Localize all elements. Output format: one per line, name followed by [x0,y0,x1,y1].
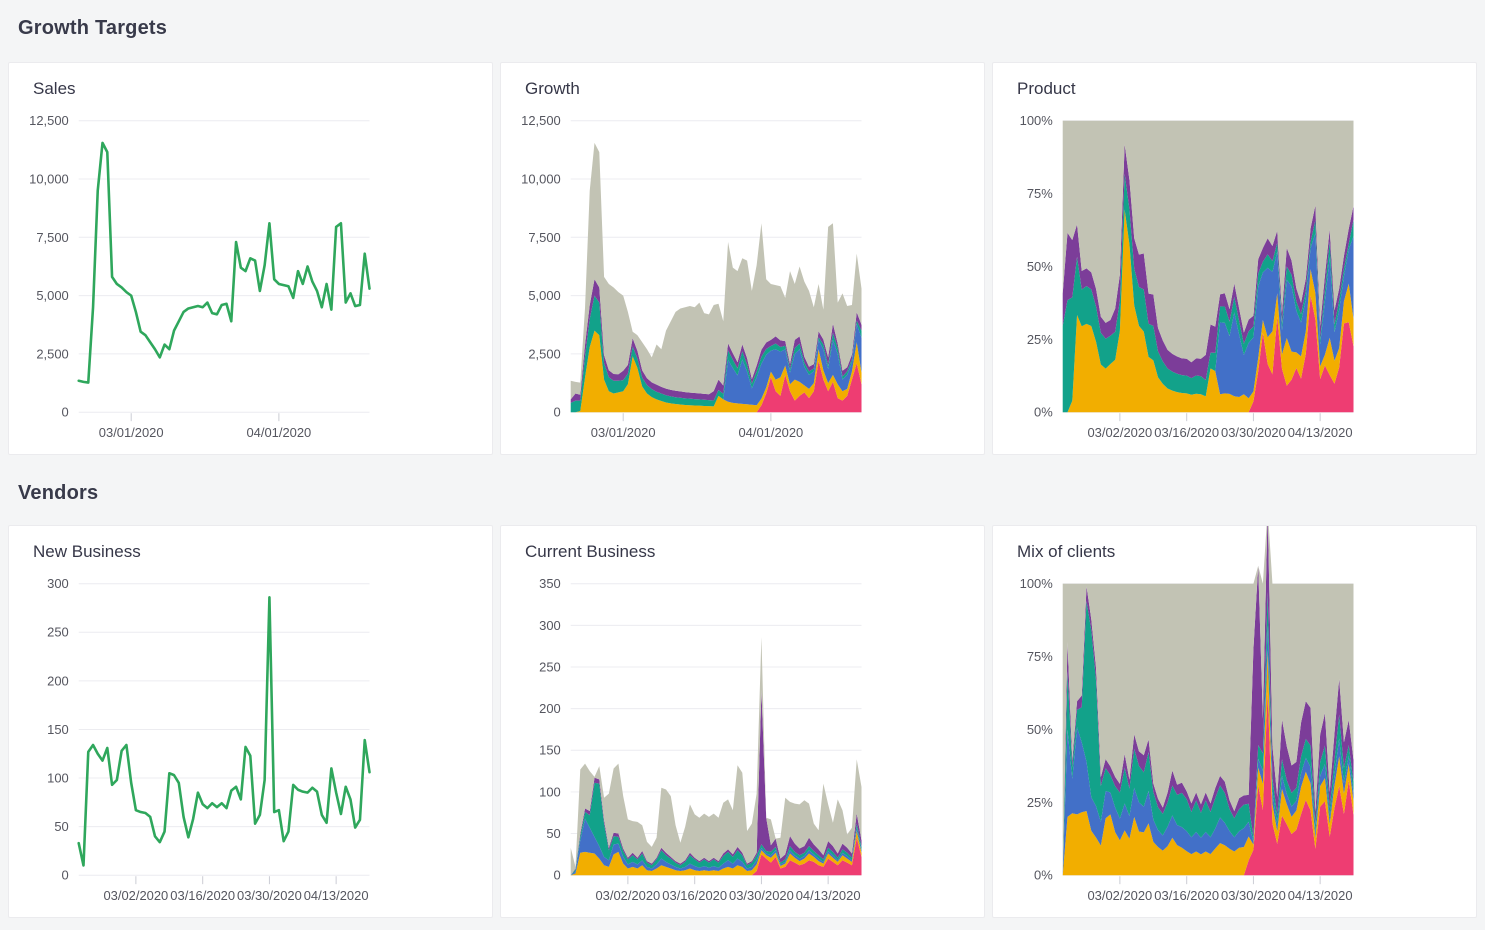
x-axis-label: 03/30/2020 [729,888,794,903]
y-axis-label: 250 [539,659,561,674]
y-axis-label: 0% [1034,405,1053,420]
y-axis-label: 50 [54,819,68,834]
current-business-stacked-area-chart: 0 50 100 150 200 250 300 350 03/02/202003/16/202… [501,526,984,917]
y-axis-label: 50% [1027,259,1053,274]
chart-card-current-business: Current Business 0 50 100 150 200 250 300 350 03… [500,525,985,918]
x-axis-label: 04/01/2020 [738,425,803,440]
x-axis-label: 03/01/2020 [99,425,164,440]
x-axis-label: 03/16/2020 [1154,888,1219,903]
x-axis-label: 03/02/2020 [103,888,168,903]
x-axis-label: 03/30/2020 [237,888,302,903]
x-axis-label: 04/13/2020 [304,888,369,903]
chart-title-sales: Sales [33,79,76,99]
x-axis-label: 03/30/2020 [1221,888,1286,903]
y-axis-label: 0 [62,868,69,883]
chart-card-new-business: New Business 0 50 100 150 200 250 300 03/02/202… [8,525,493,918]
x-axis-label: 03/16/2020 [170,888,235,903]
y-axis-label: 5,000 [528,288,560,303]
y-axis-label: 100% [1020,113,1054,128]
y-axis-label: 2,500 [528,346,560,361]
y-axis-label: 100 [47,770,69,785]
y-axis-label: 12,500 [29,113,69,128]
mix-of-clients-percent-stacked-area-chart: 0% 25% 50% 75% 100% 03/02/202003/16/202003/30… [993,526,1476,917]
stacked-series [1063,121,1354,413]
y-axis-label: 250 [47,625,69,640]
x-axis-label: 03/16/2020 [662,888,727,903]
chart-title-new-business: New Business [33,542,141,562]
new-business-line-chart: 0 50 100 150 200 250 300 03/02/202003/16/202003… [9,526,492,917]
chart-card-mix-of-clients: Mix of clients 0% 25% 50% 75% 100% 03/02/2020… [992,525,1477,918]
product-percent-stacked-area-chart: 0% 25% 50% 75% 100% 03/02/202003/16/202003/30… [993,63,1476,454]
sales-line-chart: 0 2,500 5,000 7,500 10,000 12,500 03/01/2020 04… [9,63,492,454]
y-axis-label: 75% [1027,186,1053,201]
stacked-series [571,637,862,875]
growth-targets-row: Sales 0 2,500 5,000 7,500 10,000 12,500 03/01/… [0,62,1485,455]
y-axis-label: 0 [554,868,561,883]
y-axis-label: 2,500 [36,346,68,361]
chart-title-mix-of-clients: Mix of clients [1017,542,1115,562]
y-axis-label: 7,500 [528,230,560,245]
y-axis-label: 25% [1027,795,1053,810]
x-axis-label: 04/13/2020 [796,888,861,903]
x-axis-label: 04/13/2020 [1288,425,1353,440]
x-axis: 03/02/202003/16/202003/30/202004/13/2020 [103,876,368,903]
y-axis-label: 300 [47,576,69,591]
vendors-row: New Business 0 50 100 150 200 250 300 03/02/202… [0,525,1485,918]
stacked-series [1063,526,1354,875]
chart-title-product: Product [1017,79,1076,99]
x-axis-label: 03/30/2020 [1221,425,1286,440]
x-axis-label: 03/16/2020 [1154,425,1219,440]
y-axis-label: 7,500 [36,230,68,245]
x-axis-label: 04/13/2020 [1288,888,1353,903]
y-gridlines: 0 2,500 5,000 7,500 10,000 12,500 [29,113,369,420]
y-axis-label: 100 [539,784,561,799]
x-axis: 03/01/2020 04/01/2020 [99,413,311,440]
chart-card-product: Product 0% 25% 50% 75% 100% 03/02/202003/16/2… [992,62,1477,455]
chart-card-sales: Sales 0 2,500 5,000 7,500 10,000 12,500 03/01/… [8,62,493,455]
y-axis-label: 50 [546,826,560,841]
x-axis-label: 03/01/2020 [591,425,656,440]
stacked-series [571,143,862,412]
y-axis-label: 150 [47,722,69,737]
chart-card-growth: Growth 0 2,500 5,000 7,500 10,000 12,500 03/01… [500,62,985,455]
x-axis-label: 03/02/2020 [1087,425,1152,440]
y-axis-label: 150 [539,743,561,758]
y-axis-label: 12,500 [521,113,561,128]
line-series [79,597,370,865]
y-axis-label: 10,000 [521,171,561,186]
x-axis: 03/01/2020 04/01/2020 [591,413,803,440]
y-axis-label: 75% [1027,649,1053,664]
y-axis-label: 300 [539,618,561,633]
x-axis: 03/02/202003/16/202003/30/202004/13/2020 [595,876,860,903]
y-axis-label: 50% [1027,722,1053,737]
y-axis-label: 5,000 [36,288,68,303]
y-axis-label: 0% [1034,868,1053,883]
growth-stacked-area-chart: 0 2,500 5,000 7,500 10,000 12,500 03/01/2020 04… [501,63,984,454]
section-title-vendors: Vendors [0,455,1485,507]
chart-title-current-business: Current Business [525,542,655,562]
y-gridlines: 0 50 100 150 200 250 300 [47,576,369,883]
y-axis-label: 200 [47,673,69,688]
y-axis-label: 100% [1020,576,1054,591]
x-axis-label: 03/02/2020 [595,888,660,903]
y-axis-label: 0 [554,405,561,420]
y-axis-label: 25% [1027,332,1053,347]
x-axis: 03/02/202003/16/202003/30/202004/13/2020 [1087,413,1352,440]
y-axis-label: 200 [539,701,561,716]
y-axis-label: 350 [539,576,561,591]
x-axis-label: 04/01/2020 [246,425,311,440]
x-axis-label: 03/02/2020 [1087,888,1152,903]
dashboard-page: Growth Targets Sales 0 2,500 5,000 7,500 10,… [0,0,1485,918]
section-title-growth-targets: Growth Targets [0,0,1485,42]
chart-title-growth: Growth [525,79,580,99]
y-axis-label: 0 [62,405,69,420]
x-axis: 03/02/202003/16/202003/30/202004/13/2020 [1087,876,1352,903]
y-axis-label: 10,000 [29,171,69,186]
